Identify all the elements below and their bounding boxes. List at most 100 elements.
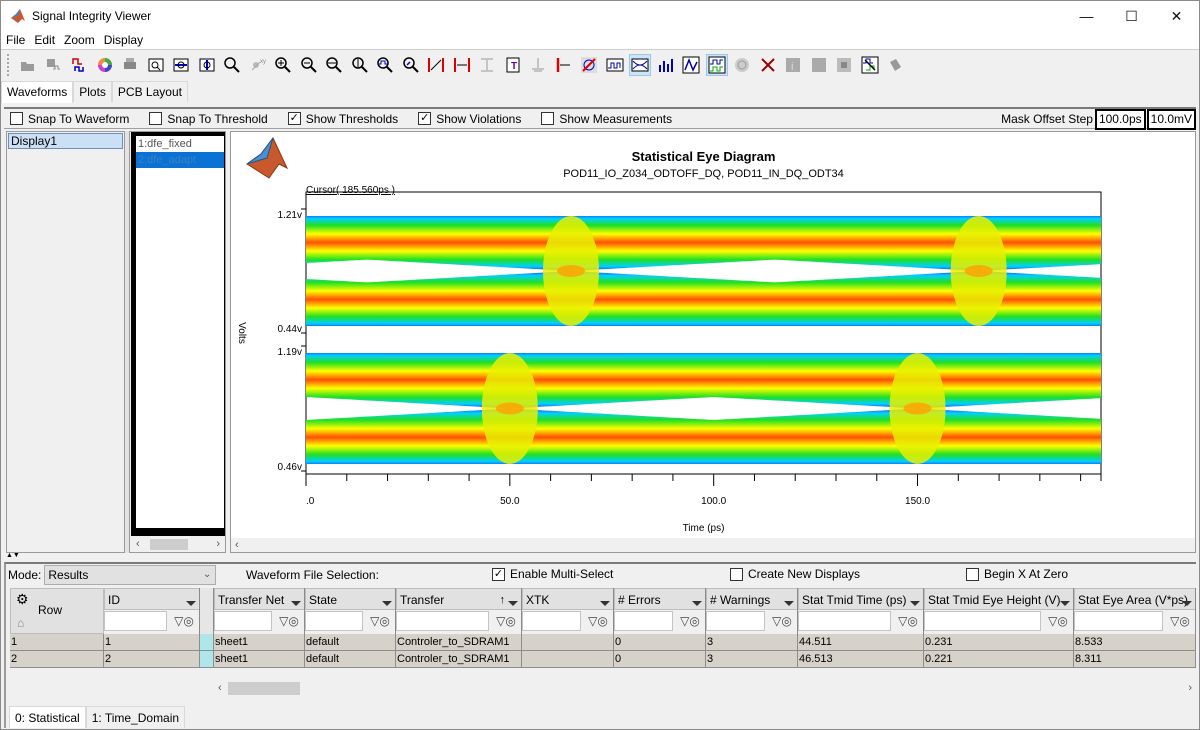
table-cell[interactable]: 44.511 xyxy=(798,634,924,651)
menu-edit[interactable]: Edit xyxy=(29,33,59,47)
table-cell[interactable] xyxy=(200,651,214,668)
column-title[interactable]: Transfer ↑ xyxy=(396,588,521,610)
tab-statistical[interactable]: 0: Statistical xyxy=(9,706,86,728)
waveform-item[interactable]: 1:dfe_fixed xyxy=(136,136,224,152)
column-header[interactable]: Stat Tmid Time (ps) ▽◎ xyxy=(798,588,924,634)
splitter-arrows-icon[interactable]: ▲▼ xyxy=(6,552,20,559)
column-header[interactable]: XTK ▽◎ xyxy=(522,588,614,634)
info-button[interactable]: i xyxy=(783,55,803,75)
zoom-fit-horizontal-button[interactable] xyxy=(171,55,191,75)
column-title[interactable]: XTK xyxy=(522,588,613,610)
table-cell[interactable]: 0 xyxy=(614,651,706,668)
load-waveform-button[interactable] xyxy=(69,55,89,75)
magnifier-button[interactable] xyxy=(222,55,242,75)
maximize-button[interactable]: ☐ xyxy=(1109,1,1154,31)
row-header[interactable]: ⚙ Row ⌂ xyxy=(10,588,104,634)
column-filter-input[interactable] xyxy=(614,611,673,631)
column-header[interactable]: ID ▽◎ xyxy=(104,588,200,634)
target-button[interactable] xyxy=(732,55,752,75)
toolbar-grip[interactable] xyxy=(7,54,10,76)
dropdown-arrow-icon[interactable] xyxy=(186,601,196,606)
table-cell[interactable]: sheet1 xyxy=(214,634,305,651)
filter-icon[interactable]: ▽◎ xyxy=(1165,614,1195,628)
table-cell[interactable] xyxy=(522,651,614,668)
table-cell[interactable]: sheet1 xyxy=(214,651,305,668)
no-sync-button[interactable] xyxy=(579,55,599,75)
column-header[interactable]: # Errors ▽◎ xyxy=(614,588,706,634)
dropdown-arrow-icon[interactable] xyxy=(1182,601,1192,606)
zoom-previous-button[interactable] xyxy=(401,55,421,75)
color-wheel-button[interactable] xyxy=(95,55,115,75)
dropdown-arrow-icon[interactable] xyxy=(784,601,794,606)
column-title[interactable]: # Errors xyxy=(614,588,705,610)
column-title[interactable]: Stat Tmid Time (ps) xyxy=(798,588,923,610)
table-cell[interactable]: 0.231 xyxy=(924,634,1074,651)
gear-icon[interactable]: ⚙ xyxy=(16,591,29,608)
menu-zoom[interactable]: Zoom xyxy=(59,33,99,47)
mask-offset-time-input[interactable]: 100.0ps xyxy=(1094,108,1146,130)
begin-x-at-zero-checkbox[interactable]: Begin X At Zero xyxy=(966,567,1068,581)
filter-icon[interactable]: ▽◎ xyxy=(365,614,395,628)
scroll-thumb[interactable] xyxy=(150,539,188,550)
show-violations-checkbox[interactable]: ✓ Show Violations xyxy=(418,112,521,126)
zoom-horizontal-button[interactable] xyxy=(324,55,344,75)
tab-plots[interactable]: Plots xyxy=(73,81,112,102)
digital-waveform-button[interactable] xyxy=(605,55,625,75)
table-cell[interactable]: 3 xyxy=(706,651,798,668)
print-button[interactable] xyxy=(120,55,140,75)
zoom-fit-vertical-button[interactable] xyxy=(197,55,217,75)
column-title[interactable]: ID xyxy=(104,588,199,610)
table-cell[interactable]: 2 xyxy=(104,651,200,668)
tab-pcb-layout[interactable]: PCB Layout xyxy=(111,81,188,102)
open-button[interactable] xyxy=(18,55,38,75)
menu-display[interactable]: Display xyxy=(99,33,147,47)
table-cell[interactable]: 8.311 xyxy=(1074,651,1196,668)
blank-2-button[interactable] xyxy=(834,55,854,75)
enable-multi-select-checkbox[interactable]: ✓ Enable Multi-Select xyxy=(492,567,613,581)
eye-diagram-button[interactable] xyxy=(629,54,651,76)
table-scrollbar[interactable]: ‹ › xyxy=(216,680,1196,696)
filter-icon[interactable]: ▽◎ xyxy=(767,614,797,628)
table-cell[interactable]: Controler_to_SDRAM1 xyxy=(396,651,522,668)
table-cell[interactable]: 0 xyxy=(614,634,706,651)
dropdown-arrow-icon[interactable] xyxy=(600,601,610,606)
table-cell[interactable]: 1 xyxy=(104,634,200,651)
table-cell[interactable]: default xyxy=(305,634,396,651)
table-cell[interactable]: Controler_to_SDRAM1 xyxy=(396,634,522,651)
column-header[interactable]: State ▽◎ xyxy=(305,588,396,634)
zoom-box-button[interactable] xyxy=(146,55,166,75)
filter-icon[interactable]: ▽◎ xyxy=(893,614,923,628)
row-number-cell[interactable]: 2 xyxy=(10,651,104,668)
create-new-displays-checkbox[interactable]: Create New Displays xyxy=(730,567,860,581)
waveform-item-selected[interactable]: 2:dfe_adapt xyxy=(136,152,224,168)
menu-file[interactable]: File xyxy=(1,33,29,47)
zoom-vertical-button[interactable] xyxy=(350,55,370,75)
filter-icon[interactable]: ▽◎ xyxy=(675,614,705,628)
table-cell[interactable] xyxy=(522,634,614,651)
vertical-measure-button[interactable] xyxy=(477,55,497,75)
row-number-cell[interactable]: 1 xyxy=(10,634,104,651)
mode-select[interactable]: Results ⌄ xyxy=(44,565,217,585)
column-title[interactable]: Transfer Net xyxy=(214,588,304,610)
column-header[interactable]: Transfer ↑ ▽◎ xyxy=(396,588,522,634)
text-annotation-button[interactable]: T xyxy=(503,55,523,75)
dropdown-arrow-icon[interactable] xyxy=(382,601,392,606)
horizontal-measure-button[interactable] xyxy=(452,55,472,75)
dropdown-arrow-icon[interactable] xyxy=(692,601,702,606)
scroll-right-icon[interactable]: › xyxy=(1188,680,1192,696)
scroll-left-icon[interactable]: ‹ xyxy=(218,680,222,696)
column-filter-input[interactable] xyxy=(305,611,363,631)
table-cell[interactable]: default xyxy=(305,651,396,668)
delta-cursor-button[interactable] xyxy=(426,55,446,75)
column-filter-input[interactable] xyxy=(798,611,891,631)
tab-waveforms[interactable]: Waveforms xyxy=(1,81,74,103)
delete-button[interactable] xyxy=(758,55,778,75)
filter-icon[interactable]: ▽◎ xyxy=(583,614,613,628)
table-row[interactable]: 1 1 sheet1 default Controler_to_SDRAM1 0 3 44.5… xyxy=(10,634,1196,651)
show-measurements-checkbox[interactable]: Show Measurements xyxy=(541,112,672,126)
home-icon[interactable]: ⌂ xyxy=(17,616,24,630)
zoom-waveform-button[interactable] xyxy=(375,55,395,75)
table-cell[interactable] xyxy=(200,634,214,651)
analog-waveform-button[interactable] xyxy=(681,55,701,75)
waveform-compare-button[interactable] xyxy=(860,55,880,75)
